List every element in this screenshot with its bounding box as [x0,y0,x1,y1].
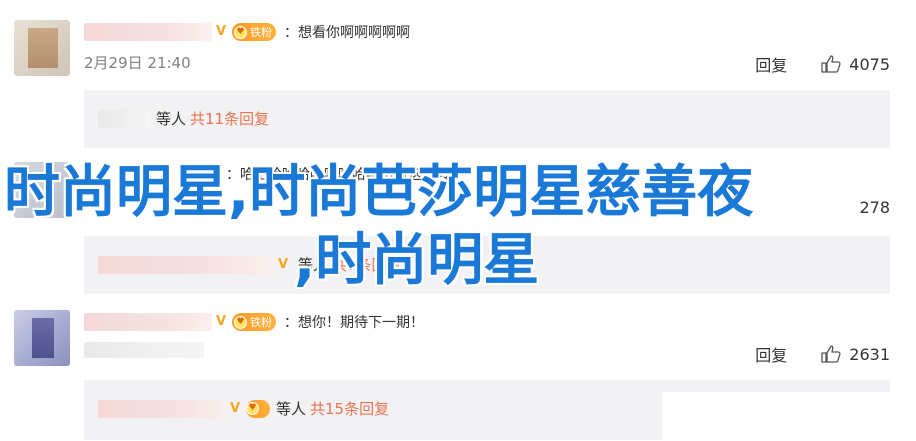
more-replies-link[interactable]: 共15条回复 [310,398,389,419]
verified-icon: V [216,314,227,329]
comment-header: V ♥ 铁粉 ： 想看你啊啊啊啊啊 [84,20,410,44]
overlay-title-line1: 时尚明星,时尚芭莎明星慈善夜 [4,160,754,225]
comment-actions: 回复 4075 [755,52,890,76]
comment-text: 想看你啊啊啊啊啊 [298,25,410,41]
fan-level-icon: ♥ [234,315,247,329]
like-count: 278 [859,198,890,217]
reply-preview[interactable]: 等人 共11条回复 [84,90,890,148]
thumbs-up-icon[interactable] [821,345,841,363]
fan-badge: ♥ 铁粉 [232,23,276,41]
thumbs-up-icon[interactable] [821,55,841,73]
comment-item: V ♥ 铁粉 ： 想看你啊啊啊啊啊 2月29日 21:40 回复 4075 等人 … [0,0,916,148]
avatar[interactable] [14,20,70,76]
username[interactable] [84,313,212,331]
avatar[interactable] [14,310,70,366]
fan-badge: ♥ [246,399,270,418]
like-count: 2631 [849,344,890,364]
more-replies-link[interactable]: 共11条回复 [190,108,269,129]
comment-actions: 278 [859,198,890,217]
comment-header: V ♥ 铁粉 ： 想你！期待下一期！ [84,310,424,334]
fan-badge: ♥ 铁粉 [232,313,276,331]
comment-timestamp [84,342,204,358]
comment-actions: 回复 2631 [755,342,890,366]
verified-icon: V [216,24,227,39]
reply-button[interactable]: 回复 [755,52,787,76]
comment-text: 想你！期待下一期！ [298,315,424,331]
verified-icon: V [230,400,241,416]
reply-username [98,399,226,418]
username[interactable] [84,23,212,41]
verified-icon: V [278,256,289,272]
fan-level-icon: ♥ [234,25,247,39]
reply-button[interactable]: 回复 [755,342,787,366]
reply-username [98,109,150,128]
white-patch [662,392,916,441]
like-count: 4075 [849,54,890,74]
reply-username [98,255,274,274]
overlay-title-line2: ,时尚明星 [294,228,540,293]
fan-level-icon: ♥ [246,402,259,415]
comment-timestamp: 2月29日 21:40 [84,54,191,72]
